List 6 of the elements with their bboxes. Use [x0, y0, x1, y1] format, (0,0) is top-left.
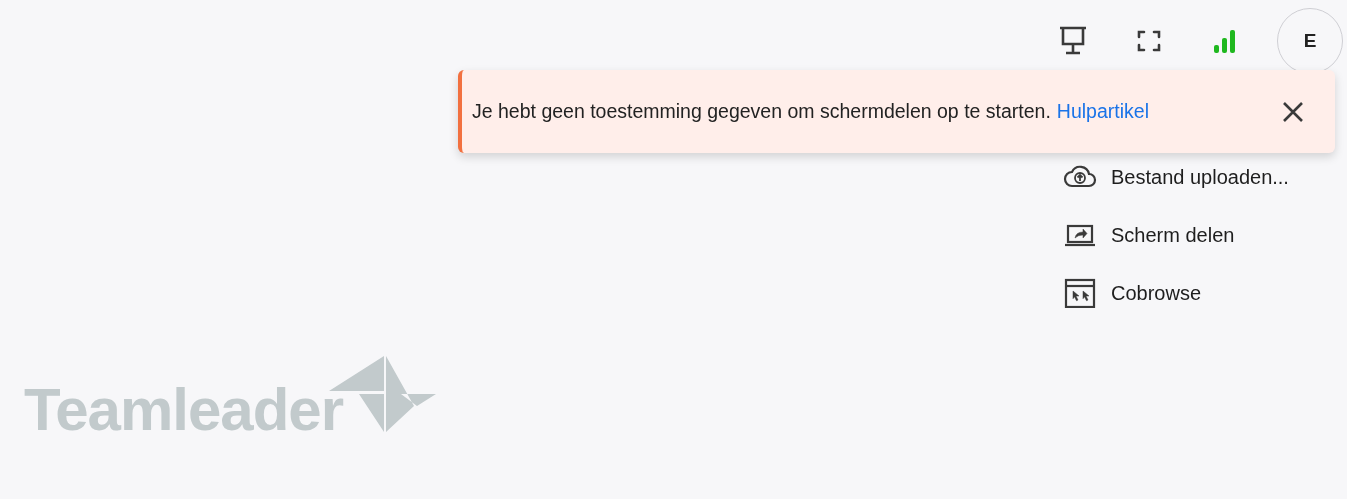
- notification-message: Je hebt geen toestemming gegeven om schermdelen op te starten.: [472, 98, 1051, 124]
- help-article-link[interactable]: Hulpartikel: [1056, 96, 1149, 127]
- menu-item[interactable]: Scherm delen: [1063, 220, 1235, 250]
- menu-item[interactable]: Bestand uploaden...: [1063, 162, 1289, 192]
- browser-cursor-icon: [1063, 278, 1097, 308]
- menu-item[interactable]: Cobrowse: [1063, 278, 1202, 308]
